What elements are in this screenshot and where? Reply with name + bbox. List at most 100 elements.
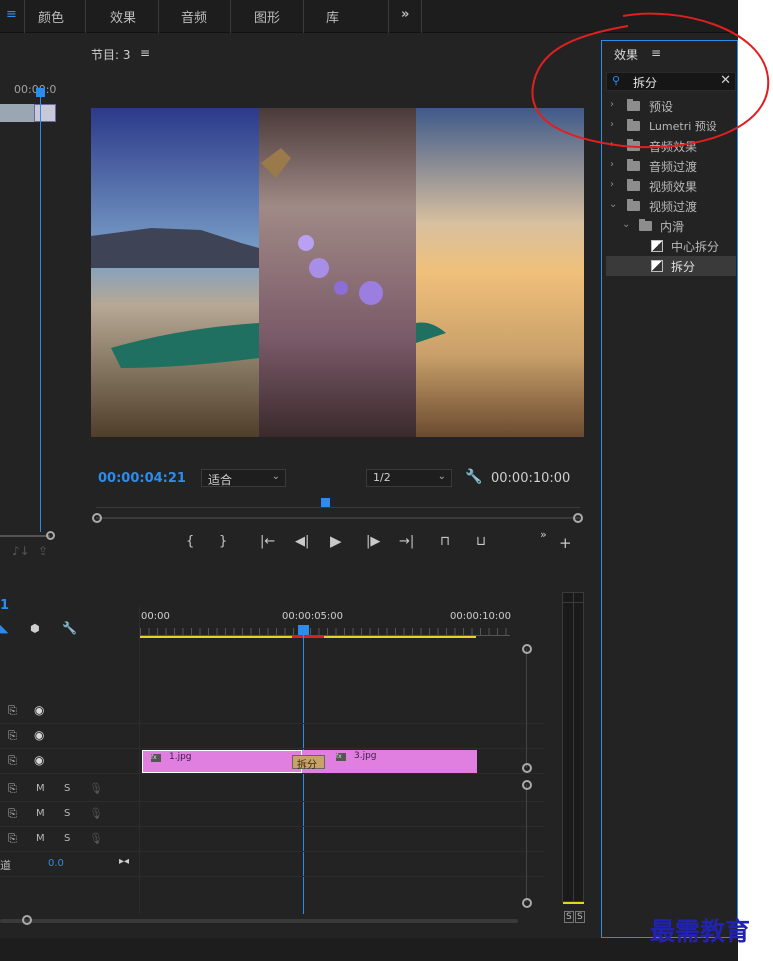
chevron-down-icon: ⌄	[271, 471, 280, 482]
wrench-icon[interactable]: 🔧	[465, 469, 482, 485]
audio-track-a1[interactable]: ⎘ M S 🎙	[0, 778, 545, 802]
fit-dropdown[interactable]: 适合 ⌄	[201, 469, 286, 487]
clip-1[interactable]: fx 1.jpg	[142, 750, 302, 773]
tree-item-video-transitions[interactable]: ⌄ 视频过渡	[602, 196, 732, 216]
source-scroll-handle[interactable]	[46, 531, 55, 540]
workspace-tab-library[interactable]: 库	[326, 7, 339, 26]
master-track[interactable]: 道 0.0 ▸◂	[0, 853, 545, 877]
folder-icon	[639, 219, 652, 231]
video-scrollbar[interactable]	[526, 648, 527, 768]
playhead-handle[interactable]	[298, 625, 309, 635]
scroll-left-handle[interactable]	[92, 513, 102, 523]
timeline-panel: 1 ◣ ⬢ 🔧 00:00 00:00:05:00 00:00:10:00 ⎘ …	[0, 566, 545, 938]
audio-scrollbar[interactable]	[526, 784, 527, 902]
microphone-icon[interactable]: 🎙	[89, 832, 103, 845]
zoom-scrollbar[interactable]	[96, 517, 580, 519]
tree-item-video-effects[interactable]: › 视频效果	[602, 176, 732, 196]
solo-button[interactable]: S	[64, 833, 70, 844]
flower	[309, 258, 329, 278]
divider	[85, 0, 86, 33]
transition-block[interactable]: 拆分	[292, 755, 325, 771]
step-back-icon[interactable]: ◀|	[295, 534, 309, 549]
go-to-end-icon[interactable]: ▸◂	[119, 856, 129, 867]
add-marker-icon[interactable]: ⬢	[30, 622, 40, 635]
track-output-icon[interactable]: ⎘	[8, 704, 17, 718]
divider	[421, 0, 422, 33]
microphone-icon[interactable]: 🎙	[89, 807, 103, 820]
timeline-hscrollbar[interactable]	[0, 919, 518, 923]
scroll-handle[interactable]	[522, 763, 532, 773]
wrench-icon[interactable]: 🔧	[62, 621, 77, 635]
export-frame-icon[interactable]: ⇪	[38, 544, 48, 558]
button-editor-icon[interactable]: +	[559, 534, 572, 552]
go-to-out-icon[interactable]: →|	[399, 534, 414, 549]
solo-button[interactable]: S	[64, 783, 70, 794]
mute-button[interactable]: M	[36, 808, 45, 819]
track-output-icon[interactable]: ⎘	[8, 832, 17, 846]
solo-button[interactable]: S	[64, 808, 70, 819]
eye-icon[interactable]: ◉	[34, 753, 44, 767]
current-timecode[interactable]: 00:00:04:21	[98, 471, 186, 486]
mute-button[interactable]: M	[36, 783, 45, 794]
mute-button[interactable]: M	[36, 833, 45, 844]
go-to-in-icon[interactable]: |←	[260, 534, 275, 549]
tree-item-label: 视频效果	[649, 180, 698, 194]
insert-icon[interactable]: ♪↓	[12, 544, 30, 558]
scrub-ruler[interactable]	[96, 507, 580, 508]
track-output-icon[interactable]: ⎘	[8, 754, 17, 768]
extract-icon[interactable]: ⊔	[476, 534, 486, 549]
source-scrollbar[interactable]	[0, 535, 50, 537]
annotation-stroke	[531, 12, 770, 149]
snap-icon[interactable]: ◣	[0, 622, 8, 635]
time-ruler[interactable]	[140, 628, 510, 636]
track-output-icon[interactable]: ⎘	[8, 807, 17, 821]
fx-badge-icon: fx	[151, 754, 161, 762]
program-playhead[interactable]	[321, 498, 330, 507]
resolution-dropdown[interactable]: 1/2 ⌄	[366, 469, 452, 487]
audio-track-a3[interactable]: ⎘ M S 🎙	[0, 828, 545, 852]
video-track-v2[interactable]: ⎘ ◉	[0, 725, 545, 749]
scroll-handle[interactable]	[522, 644, 532, 654]
eye-icon[interactable]: ◉	[34, 728, 44, 742]
ruler-label: 00:00:10:00	[450, 611, 512, 622]
workspace-tab-color[interactable]: 颜色	[38, 7, 64, 26]
source-playhead[interactable]	[40, 92, 41, 532]
microphone-icon[interactable]: 🎙	[89, 782, 103, 795]
program-title[interactable]: 节目: 3	[91, 46, 131, 63]
video-track-v3[interactable]: ⎘ ◉	[0, 700, 545, 724]
workspace-menu-icon[interactable]: ≡	[6, 7, 17, 22]
workspace-tab-effects[interactable]: 效果	[110, 7, 136, 26]
solo-right-button[interactable]: S	[575, 911, 585, 923]
transition-icon	[651, 240, 663, 252]
play-icon[interactable]: ▶	[330, 532, 342, 550]
eye-icon[interactable]: ◉	[34, 703, 44, 717]
solo-left-button[interactable]: S	[564, 911, 574, 923]
divider	[158, 0, 159, 33]
scroll-handle[interactable]	[522, 780, 532, 790]
mark-in-icon[interactable]: {	[186, 534, 194, 549]
scroll-handle[interactable]	[522, 898, 532, 908]
audio-track-a2[interactable]: ⎘ M S 🎙	[0, 803, 545, 827]
clip-3[interactable]: fx 3.jpg	[325, 750, 476, 773]
scroll-right-handle[interactable]	[573, 513, 583, 523]
tree-item-audio-transitions[interactable]: › 音频过渡	[602, 156, 732, 176]
mark-out-icon[interactable]: }	[219, 534, 227, 549]
workspace-tab-audio[interactable]: 音频	[181, 7, 207, 26]
chevron-right-icon: ›	[610, 159, 614, 170]
more-controls-icon[interactable]: »	[540, 528, 547, 541]
lift-icon[interactable]: ⊓	[440, 534, 450, 549]
render-bar	[292, 636, 324, 638]
source-playhead-handle[interactable]	[36, 88, 45, 97]
panel-menu-icon[interactable]: ≡	[140, 46, 150, 60]
track-output-icon[interactable]: ⎘	[8, 782, 17, 796]
clip-name: 1.jpg	[169, 752, 192, 762]
tree-item-split[interactable]: 拆分	[606, 256, 736, 276]
tree-item-slide[interactable]: ⌄ 内滑	[602, 216, 732, 236]
workspace-tab-graphics[interactable]: 图形	[254, 7, 280, 26]
tree-item-center-split[interactable]: 中心拆分	[602, 236, 732, 256]
track-output-icon[interactable]: ⎘	[8, 729, 17, 743]
more-workspaces-icon[interactable]: »	[401, 7, 409, 22]
hscroll-handle[interactable]	[22, 915, 32, 925]
step-forward-icon[interactable]: |▶	[366, 534, 380, 549]
master-volume-value[interactable]: 0.0	[48, 858, 64, 869]
